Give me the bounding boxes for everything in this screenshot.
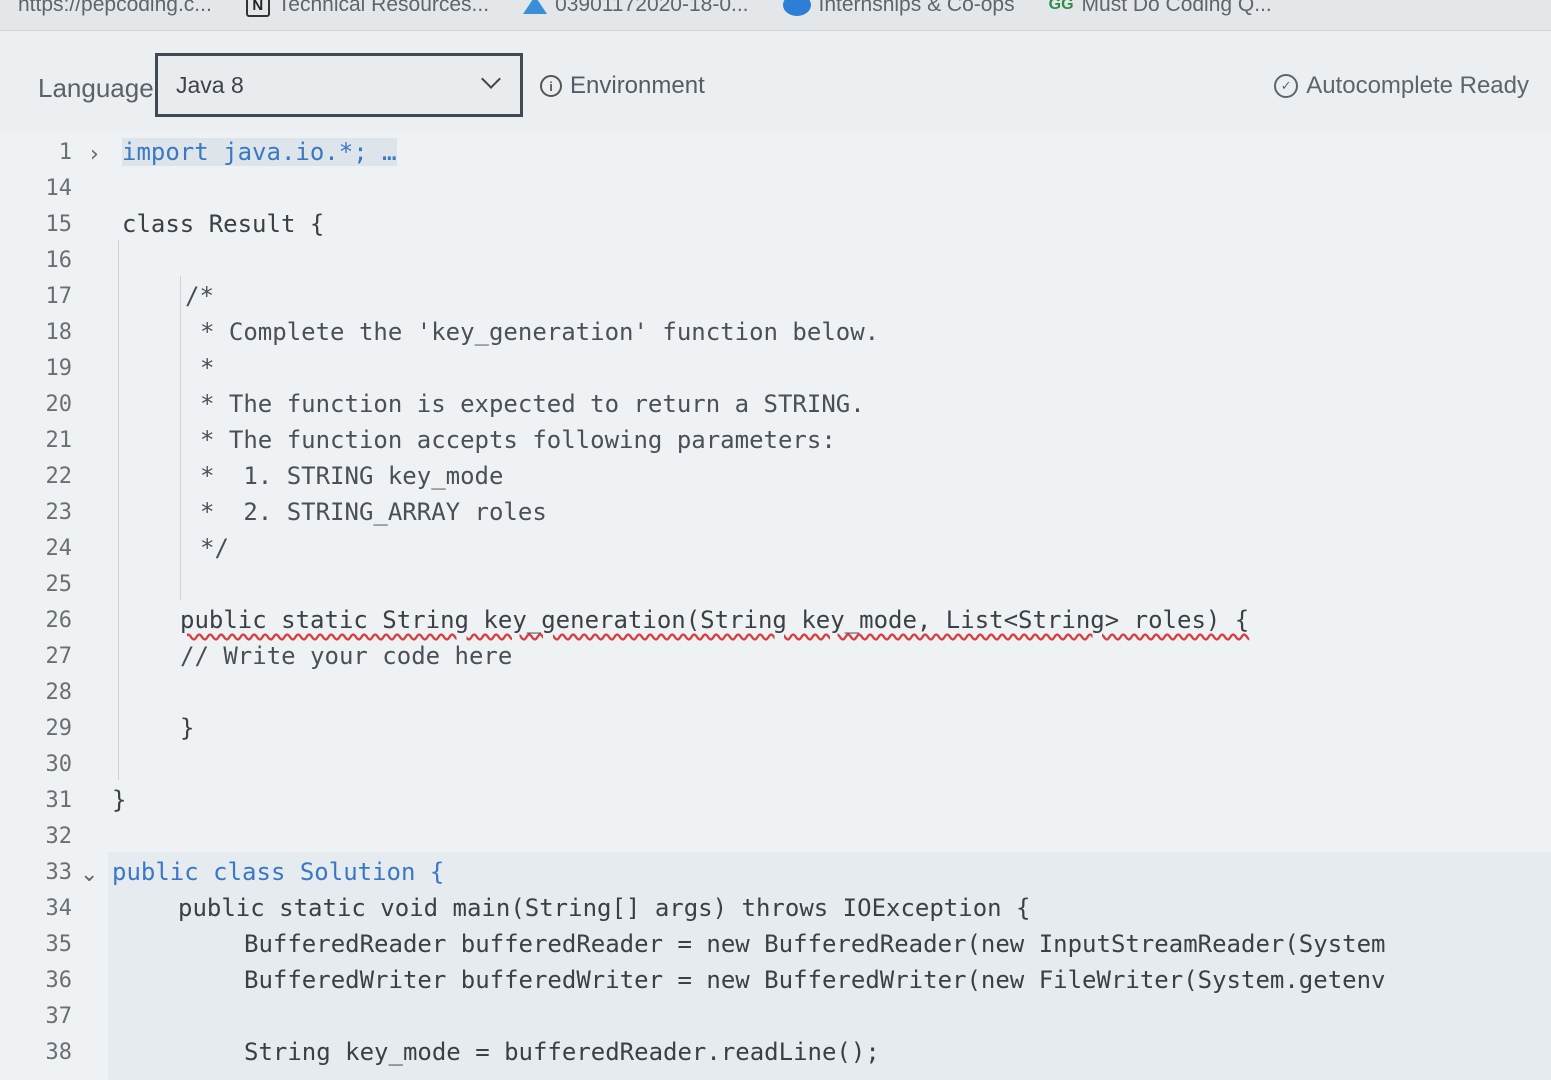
code-line: 37: [0, 1000, 1551, 1034]
code-text: BufferedReader bufferedReader = new Buff…: [244, 930, 1386, 958]
line-number: 19: [45, 356, 73, 381]
code-text: // Write your code here: [180, 642, 513, 670]
code-line: 16: [0, 244, 1551, 278]
line-number: 18: [45, 320, 73, 345]
autocomplete-status: ✓ Autocomplete Ready: [1274, 72, 1529, 100]
language-select[interactable]: Java 8: [155, 53, 523, 117]
code-line: 29 }: [0, 712, 1551, 746]
line-number: 17: [45, 284, 73, 309]
code-line: 38 String key_mode = bufferedReader.read…: [0, 1036, 1551, 1070]
code-line: 20 * The function is expected to return …: [0, 388, 1551, 422]
code-text: BufferedWriter bufferedWriter = new Buff…: [244, 966, 1386, 994]
code-line: 26 public static String key_generation(S…: [0, 604, 1551, 638]
line-number: 33: [45, 860, 73, 885]
info-icon: i: [540, 75, 562, 97]
line-number: 25: [45, 572, 73, 597]
line-number: 26: [45, 608, 73, 633]
code-line: 21 * The function accepts following para…: [0, 424, 1551, 458]
line-number: 32: [45, 824, 73, 849]
code-text: }: [112, 786, 127, 814]
chevron-right-icon[interactable]: ›: [90, 142, 99, 167]
code-text: * The function accepts following paramet…: [200, 426, 836, 454]
bookmark-drive-file[interactable]: 03901172020-18-0...: [523, 0, 749, 16]
line-number: 24: [45, 536, 73, 561]
line-number: 34: [45, 896, 73, 921]
bookmark-technical-resources[interactable]: N Technical Resources...: [245, 0, 490, 17]
autocomplete-label: Autocomplete Ready: [1306, 72, 1529, 99]
line-number: 28: [45, 680, 73, 705]
line-number: 14: [45, 176, 73, 201]
bookmark-internships[interactable]: Internships & Co-ops: [782, 0, 1015, 16]
chevron-down-icon[interactable]: ⌄: [80, 862, 98, 887]
line-number: 35: [45, 932, 73, 957]
code-text: * 2. STRING_ARRAY roles: [200, 498, 547, 526]
code-line: 14: [0, 172, 1551, 206]
code-text: * 1. STRING key_mode: [200, 462, 504, 490]
code-line: 30: [0, 748, 1551, 782]
code-line: 17 /*: [0, 280, 1551, 314]
line-number: 31: [45, 788, 73, 813]
line-number: 36: [45, 968, 73, 993]
line-number: 29: [45, 716, 73, 741]
code-line: 27 // Write your code here: [0, 640, 1551, 674]
gfg-icon: GG: [1048, 0, 1074, 13]
check-circle-icon: ✓: [1274, 74, 1299, 98]
code-text: * Complete the 'key_generation' function…: [200, 318, 880, 346]
bookmark-pepcoding[interactable]: https://pepcoding.c...: [18, 0, 212, 16]
globe-icon: [782, 0, 811, 16]
code-text: public static void main(String[] args) t…: [178, 894, 1031, 922]
environment-link[interactable]: i Environment: [540, 72, 705, 100]
code-line: 32: [0, 820, 1551, 854]
line-number: 38: [45, 1040, 73, 1065]
code-line: 25: [0, 568, 1551, 602]
line-number: 15: [45, 212, 73, 237]
line-number: 20: [45, 392, 73, 417]
code-line: 33 ⌄ public class Solution {: [0, 856, 1551, 890]
code-text: public class Solution {: [112, 858, 445, 886]
code-line: 36 BufferedWriter bufferedWriter = new B…: [0, 964, 1551, 998]
code-text: /*: [185, 282, 214, 310]
code-line: 15 class Result {: [0, 208, 1551, 242]
bookmark-must-do-coding[interactable]: GG Must Do Coding Q...: [1049, 0, 1272, 16]
line-number: 22: [45, 464, 73, 489]
bookmark-label: Internships & Co-ops: [818, 0, 1015, 16]
drive-icon: [523, 0, 548, 14]
code-line: 28: [0, 676, 1551, 710]
code-line: 24 */: [0, 532, 1551, 566]
code-text: public static String key_generation(Stri…: [180, 606, 1250, 634]
code-line: 19 *: [0, 352, 1551, 386]
bookmark-label: Technical Resources...: [277, 0, 490, 16]
line-number: 23: [45, 500, 73, 525]
bookmark-label: Must Do Coding Q...: [1081, 0, 1272, 16]
code-line: 35 BufferedReader bufferedReader = new B…: [0, 928, 1551, 962]
code-line: 18 * Complete the 'key_generation' funct…: [0, 316, 1551, 350]
code-line: 23 * 2. STRING_ARRAY roles: [0, 496, 1551, 530]
line-number: 27: [45, 644, 73, 669]
code-text: }: [180, 714, 195, 742]
language-value: Java 8: [176, 71, 244, 98]
environment-label: Environment: [570, 72, 705, 99]
code-line: 31 }: [0, 784, 1551, 818]
bookmark-label: 03901172020-18-0...: [555, 0, 749, 16]
language-label: Language: [38, 73, 154, 103]
line-number: 37: [45, 1004, 73, 1029]
bookmarks-bar: https://pepcoding.c... N Technical Resou…: [0, 0, 1551, 31]
line-number: 16: [45, 248, 73, 273]
code-text: */: [200, 534, 229, 562]
bookmark-label: https://pepcoding.c...: [18, 0, 212, 16]
code-editor[interactable]: 1 › import java.io.*; … 14 15 class Resu…: [0, 132, 1551, 1080]
code-text: class Result {: [122, 210, 325, 238]
chevron-down-icon: [481, 69, 501, 89]
code-line: 1 › import java.io.*; …: [0, 136, 1551, 170]
code-line: 34 public static void main(String[] args…: [0, 892, 1551, 926]
line-number: 1: [58, 140, 72, 165]
line-number: 21: [45, 428, 73, 453]
code-text: String key_mode = bufferedReader.readLin…: [244, 1038, 880, 1066]
code-text: *: [200, 354, 215, 382]
notion-icon: N: [245, 0, 270, 17]
code-text: import java.io.*; …: [122, 138, 397, 166]
code-line: 22 * 1. STRING key_mode: [0, 460, 1551, 494]
line-number: 30: [45, 752, 73, 777]
code-text: * The function is expected to return a S…: [200, 390, 865, 418]
